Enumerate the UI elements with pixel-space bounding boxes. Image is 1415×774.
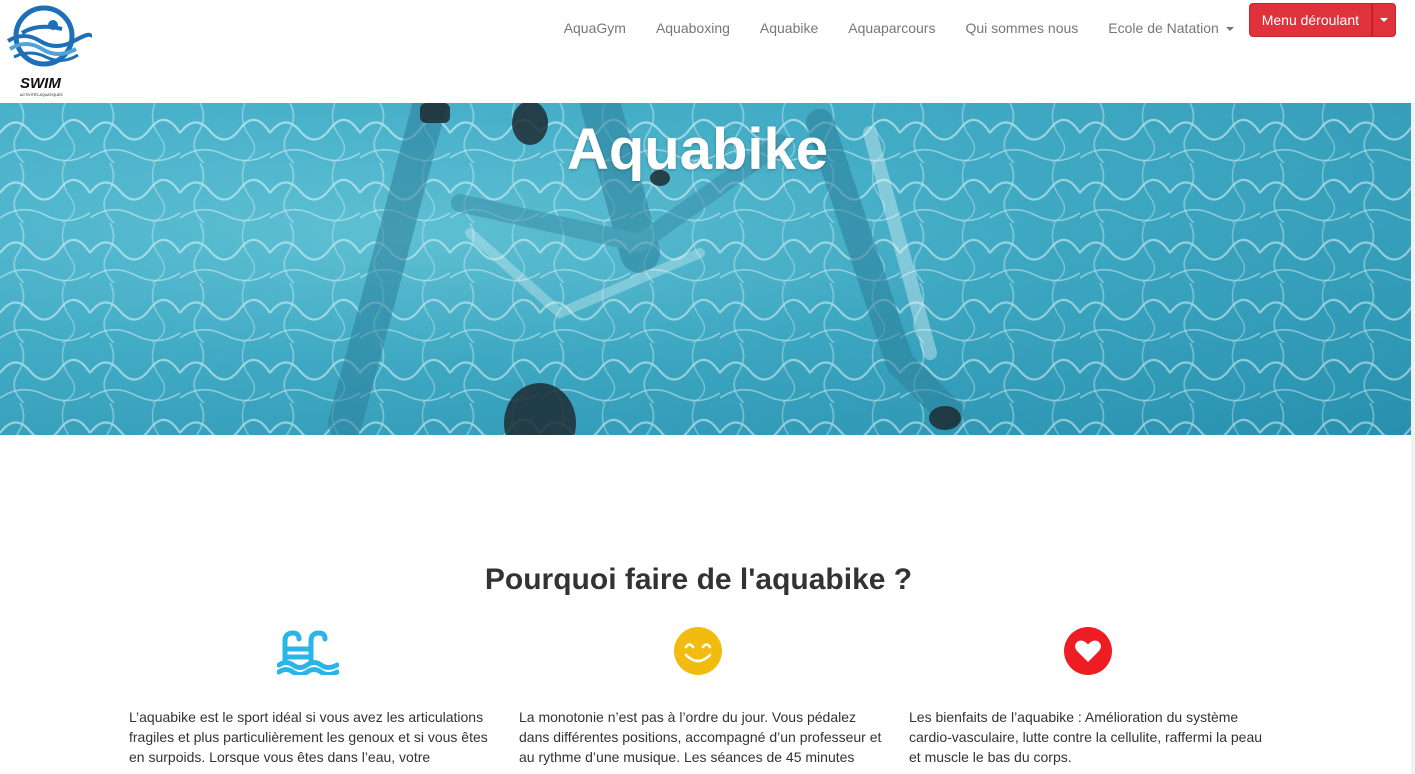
- feature-text-1: L’aquabike est le sport idéal si vous av…: [129, 709, 488, 765]
- menu-deroulant-button[interactable]: Menu déroulant: [1248, 3, 1372, 37]
- nav-dropdown-label: Ecole de Natation: [1108, 20, 1219, 36]
- hero-title: Aquabike: [566, 117, 829, 182]
- nav-aquagym[interactable]: AquaGym: [549, 0, 641, 56]
- caret-down-icon: [1380, 18, 1388, 22]
- logo-text: SWIM: [20, 75, 61, 92]
- nav-aquabike[interactable]: Aquabike: [745, 0, 833, 56]
- menu-split-button: Menu déroulant: [1248, 3, 1396, 37]
- menu-deroulant-toggle[interactable]: [1372, 3, 1396, 37]
- nav-qui-sommes-nous[interactable]: Qui sommes nous: [950, 0, 1093, 56]
- page-scrollbar-track[interactable]: [1411, 103, 1415, 774]
- logo-subtext: ACTIVITÉS AQUATIQUES: [20, 92, 63, 97]
- swim-logo-icon: SWIM ACTIVITÉS AQUATIQUES: [6, 5, 93, 97]
- caret-down-icon: [1225, 27, 1234, 32]
- nav-ecole-de-natation-dropdown[interactable]: Ecole de Natation: [1093, 0, 1248, 56]
- nav-aquaboxing[interactable]: Aquaboxing: [641, 0, 745, 56]
- nav-aquaparcours[interactable]: Aquaparcours: [833, 0, 950, 56]
- feature-text-3: Les bienfaits de l’aquabike : Améliorati…: [909, 709, 1263, 765]
- main-nav: AquaGym Aquaboxing Aquabike Aquaparcours…: [549, 0, 1415, 56]
- swim-logo[interactable]: SWIM ACTIVITÉS AQUATIQUES: [4, 3, 93, 99]
- hero-banner: Aquabike: [0, 103, 1411, 435]
- navbar: SWIM ACTIVITÉS AQUATIQUES AquaGym Aquabo…: [0, 0, 1415, 103]
- heart-icon: [1064, 627, 1112, 680]
- smiley-icon: [674, 627, 722, 680]
- section-title: Pourquoi faire de l'aquabike ?: [484, 563, 913, 596]
- feature-text-2: La monotonie n’est pas à l’ordre du jour…: [519, 709, 882, 765]
- pool-ladder-icon: [276, 627, 340, 680]
